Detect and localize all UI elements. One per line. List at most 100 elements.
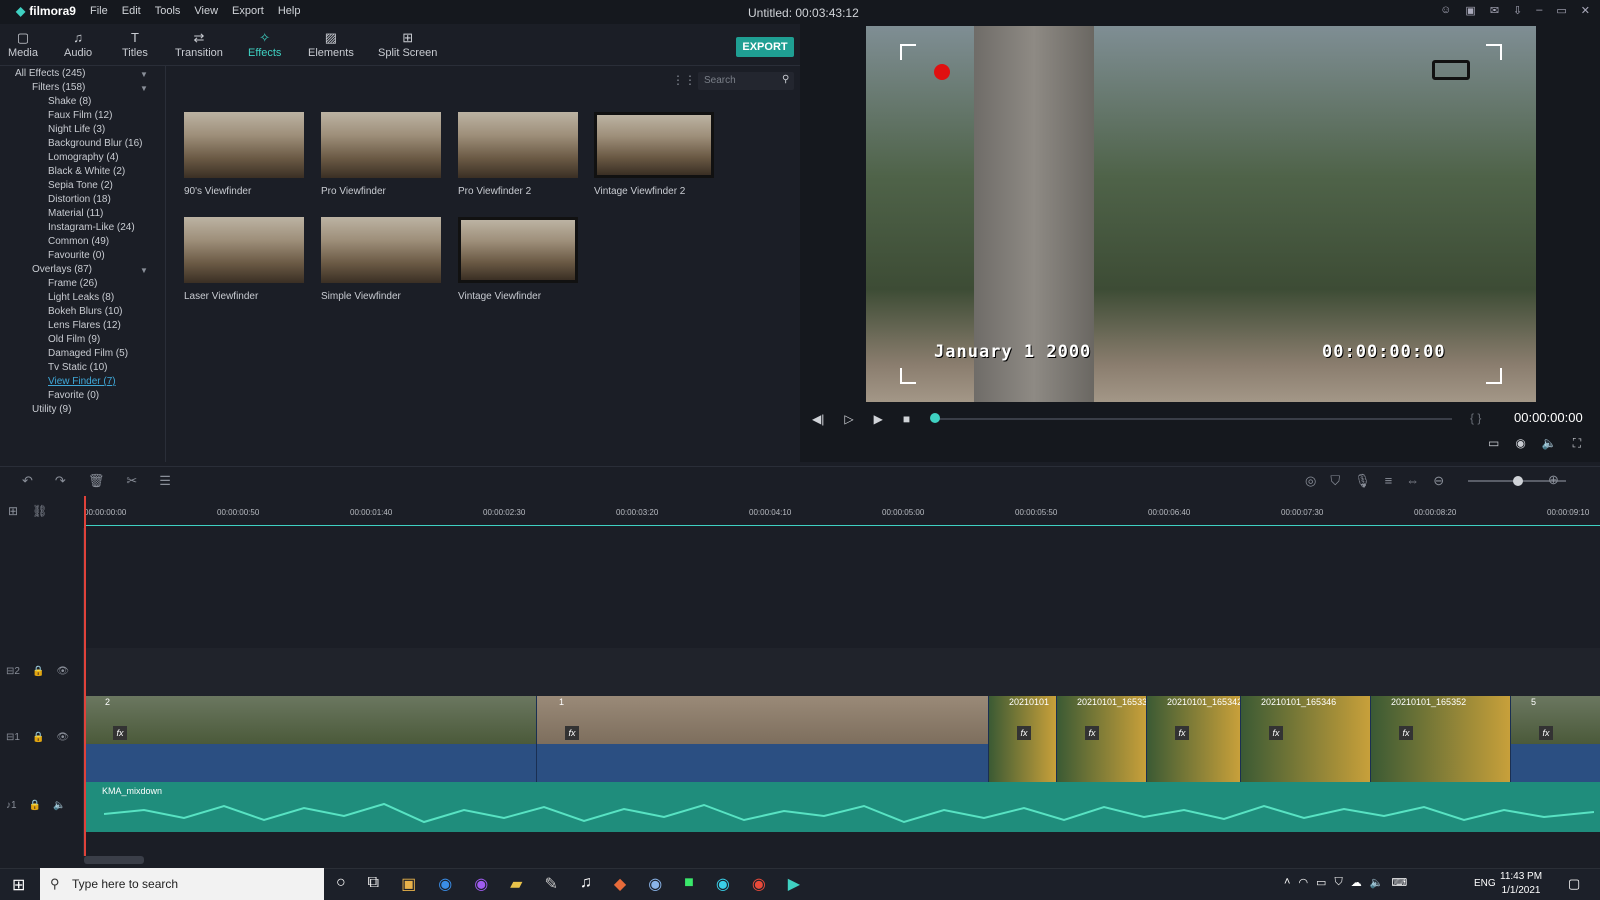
- tab-transition[interactable]: ⇄ Transition: [175, 30, 223, 59]
- chevron-down-icon[interactable]: ▼: [140, 84, 148, 93]
- marker-icon[interactable]: ⛉: [1330, 473, 1340, 489]
- tab-titles[interactable]: T Titles: [122, 30, 148, 59]
- minimize-icon[interactable]: –: [1536, 4, 1542, 17]
- category-item[interactable]: Light Leaks (8): [48, 292, 114, 303]
- audio-mixer-icon[interactable]: ≡: [1385, 473, 1393, 489]
- menu-view[interactable]: View: [194, 5, 218, 17]
- zoom-slider-handle[interactable]: [1513, 476, 1523, 486]
- link-icon[interactable]: ⛓: [32, 504, 47, 518]
- chevron-down-icon[interactable]: ▼: [140, 266, 148, 275]
- add-track-icon[interactable]: ⊞: [8, 504, 18, 518]
- grid-view-icon[interactable]: ⋮⋮: [672, 73, 696, 87]
- menu-help[interactable]: Help: [278, 5, 301, 17]
- adjust-icon[interactable]: ☰: [159, 473, 171, 489]
- eye-icon[interactable]: 👁: [56, 666, 69, 677]
- wifi-icon[interactable]: ◠: [1298, 876, 1308, 889]
- category-item[interactable]: Night Life (3): [48, 124, 105, 135]
- timeline-ruler[interactable]: 00:00:00:00 00:00:00:50 00:00:01:40 00:0…: [84, 494, 1600, 528]
- render-icon[interactable]: ◎: [1305, 473, 1316, 489]
- menu-file[interactable]: File: [90, 5, 108, 17]
- flame-app-icon[interactable]: ◆: [614, 874, 626, 894]
- eye-icon[interactable]: 👁: [56, 732, 69, 743]
- video-clip[interactable]: 20210101_165346 fx: [1240, 696, 1370, 782]
- timeline-scrollbar[interactable]: [84, 856, 144, 864]
- green-app-icon[interactable]: ■: [684, 874, 694, 894]
- preview-scrubber[interactable]: [934, 418, 1452, 420]
- mark-in-out-icon[interactable]: { }: [1470, 411, 1481, 425]
- lock-icon[interactable]: 🔒: [29, 800, 41, 811]
- category-filters[interactable]: Filters (158): [32, 82, 85, 93]
- category-item[interactable]: Distortion (18): [48, 194, 111, 205]
- category-item[interactable]: Frame (26): [48, 278, 97, 289]
- cortana-icon[interactable]: ○: [336, 874, 346, 894]
- battery-icon[interactable]: ▭: [1316, 876, 1326, 889]
- video-clip[interactable]: 2 fx: [84, 696, 536, 782]
- category-item[interactable]: Instagram-Like (24): [48, 222, 135, 233]
- taskbar-search[interactable]: Type here to search: [40, 868, 324, 900]
- close-icon[interactable]: ✕: [1581, 4, 1590, 17]
- lock-icon[interactable]: 🔒: [32, 666, 44, 677]
- category-item[interactable]: Background Blur (16): [48, 138, 143, 149]
- messenger-icon[interactable]: ◉: [474, 874, 488, 894]
- category-item[interactable]: Common (49): [48, 236, 109, 247]
- snapshot-icon[interactable]: ◉: [1515, 436, 1525, 451]
- notification-icon[interactable]: ▢: [1568, 876, 1580, 892]
- category-item[interactable]: Sepia Tone (2): [48, 180, 113, 191]
- stop-icon[interactable]: ■: [903, 412, 910, 426]
- search-input[interactable]: Search: [698, 72, 794, 90]
- category-utility[interactable]: Utility (9): [32, 404, 71, 415]
- category-item[interactable]: Damaged Film (5): [48, 348, 128, 359]
- windows-start-icon[interactable]: ⊞: [12, 875, 25, 895]
- category-overlays[interactable]: Overlays (87): [32, 264, 92, 275]
- menu-tools[interactable]: Tools: [155, 5, 181, 17]
- tab-audio[interactable]: ♫ Audio: [64, 30, 92, 59]
- music-app-icon[interactable]: ♫: [580, 874, 592, 894]
- speaker-icon[interactable]: 🔈: [53, 800, 65, 811]
- microphone-icon[interactable]: 🎙: [1354, 473, 1371, 489]
- zalo-icon[interactable]: ◉: [438, 874, 452, 894]
- search-icon[interactable]: ⚲: [782, 74, 789, 85]
- filmora-taskbar-icon[interactable]: ▶: [788, 874, 800, 894]
- cloud-icon[interactable]: ☁: [1351, 876, 1362, 889]
- fullscreen-icon[interactable]: ⛶: [1573, 436, 1581, 451]
- effect-thumbnail[interactable]: [184, 217, 304, 283]
- effect-thumbnail[interactable]: [321, 217, 441, 283]
- effect-thumbnail[interactable]: [458, 217, 578, 283]
- redo-icon[interactable]: ↷: [55, 473, 66, 489]
- folder-icon[interactable]: ▰: [510, 874, 522, 894]
- category-item[interactable]: Lomography (4): [48, 152, 119, 163]
- play-icon[interactable]: ▶: [874, 412, 883, 426]
- category-item[interactable]: Faux Film (12): [48, 110, 112, 121]
- menu-edit[interactable]: Edit: [122, 5, 141, 17]
- fit-icon[interactable]: ⇔: [1406, 473, 1419, 489]
- mail-icon[interactable]: ✉: [1490, 4, 1499, 17]
- system-clock[interactable]: 11:43 PM 1/1/2021: [1500, 870, 1542, 898]
- category-item[interactable]: Bokeh Blurs (10): [48, 306, 122, 317]
- category-item[interactable]: Black & White (2): [48, 166, 125, 177]
- category-item[interactable]: Shake (8): [48, 96, 91, 107]
- playhead[interactable]: [84, 496, 86, 856]
- display-settings-icon[interactable]: ▭: [1488, 436, 1499, 451]
- video-clip[interactable]: 5 fx: [1510, 696, 1600, 782]
- chevron-down-icon[interactable]: ▼: [140, 70, 148, 79]
- zoom-out-icon[interactable]: ⊖: [1433, 473, 1444, 489]
- zoom-in-icon[interactable]: ⊕: [1548, 472, 1559, 488]
- category-item[interactable]: Favorite (0): [48, 390, 99, 401]
- shield-icon[interactable]: ⛉: [1334, 876, 1342, 889]
- effect-thumbnail[interactable]: [594, 112, 714, 178]
- keyboard-icon[interactable]: ⌨: [1391, 876, 1407, 889]
- undo-icon[interactable]: ↶: [22, 473, 33, 489]
- play-pause-icon[interactable]: ▷: [844, 412, 853, 426]
- tab-effects[interactable]: ✧ Effects: [248, 30, 281, 59]
- volume-icon[interactable]: 🔈: [1370, 876, 1384, 889]
- effect-thumbnail[interactable]: [184, 112, 304, 178]
- download-icon[interactable]: ⇩: [1513, 4, 1522, 17]
- category-view-finder[interactable]: View Finder (7): [48, 376, 116, 387]
- video-clip[interactable]: 20210101_165352 fx: [1370, 696, 1510, 782]
- category-item[interactable]: Material (11): [48, 208, 103, 219]
- scrubber-handle[interactable]: [930, 413, 940, 423]
- tab-elements[interactable]: ▨ Elements: [308, 30, 354, 59]
- cut-icon[interactable]: ✂: [126, 473, 137, 489]
- category-item[interactable]: Old Film (9): [48, 334, 100, 345]
- account-icon[interactable]: ☺: [1440, 4, 1451, 17]
